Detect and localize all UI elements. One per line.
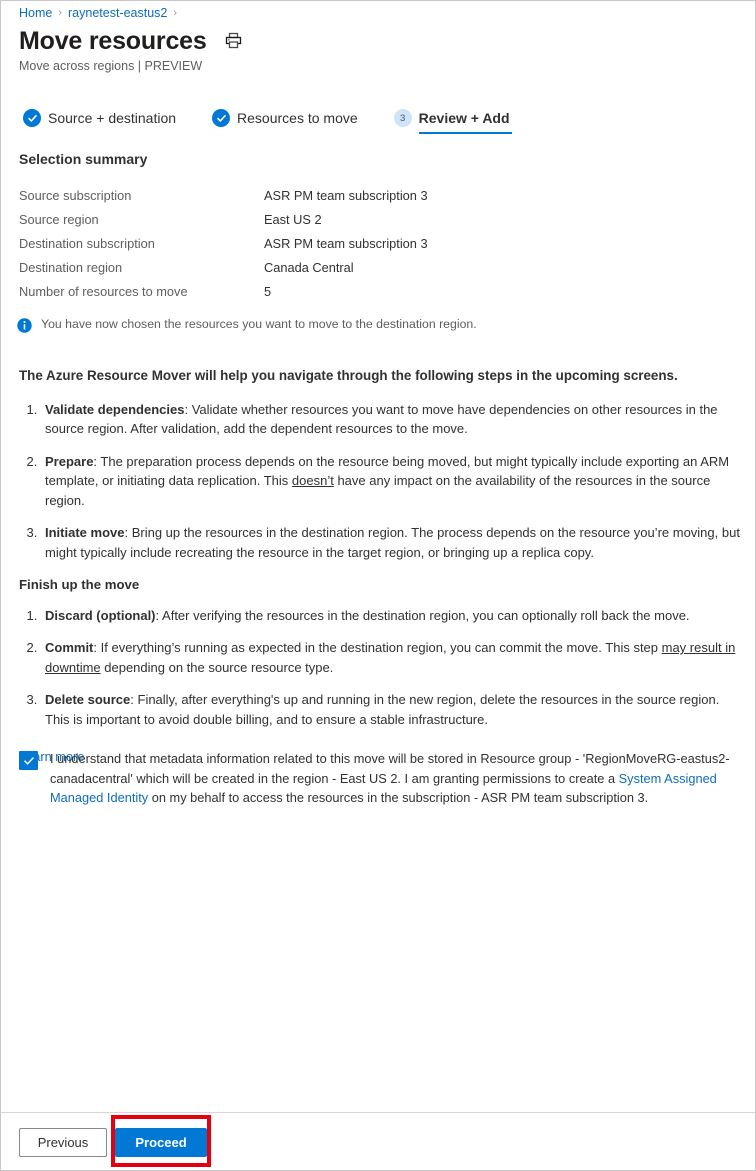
list-item-sep: : [184, 401, 192, 417]
previous-button[interactable]: Previous [19, 1128, 107, 1157]
breadcrumb-item-home[interactable]: Home [19, 4, 52, 22]
list-item-sep: : [130, 692, 138, 707]
summary-label: Destination region [19, 259, 123, 275]
page-header: Move resources [19, 26, 242, 56]
list-item-sep: : [93, 640, 101, 655]
list-item: Commit: If everything’s running as expec… [41, 638, 741, 677]
check-circle-icon [212, 109, 231, 127]
tab-review-add[interactable]: 3 Review + Add [393, 109, 512, 134]
consent-checkbox[interactable] [19, 751, 38, 770]
summary-row: Destination region Canada Central [19, 255, 619, 279]
finish-up-heading: Finish up the move [19, 577, 140, 592]
summary-value: ASR PM team subscription 3 [264, 187, 428, 203]
list-item: Initiate move: Bring up the resources in… [41, 523, 741, 562]
list-item-text: Finally, after everything's up and runni… [45, 692, 720, 727]
tab-label: Resources to move [237, 110, 358, 126]
tab-label: Review + Add [418, 110, 510, 126]
footer-bar: Previous Proceed [1, 1112, 755, 1170]
wizard-steps: Source + destination Resources to move 3… [23, 109, 512, 134]
summary-value: East US 2 [264, 211, 322, 227]
consent-section: I understand that metadata information r… [19, 749, 741, 808]
summary-row: Source subscription ASR PM team subscrip… [19, 183, 619, 207]
list-item-term: Delete source [45, 692, 131, 707]
summary-value: Canada Central [264, 259, 354, 275]
list-item-sep: : [124, 525, 132, 540]
list-item-text-post: depending on the source resource type. [100, 659, 334, 675]
list-item: Prepare: The preparation process depends… [41, 452, 741, 511]
list-item-text: If everything’s running as expected in t… [100, 640, 662, 655]
summary-value: ASR PM team subscription 3 [264, 235, 428, 251]
summary-row: Number of resources to move 5 [19, 279, 619, 303]
list-item-text: Bring up the resources in the destinatio… [45, 525, 740, 560]
summary-row: Destination subscription ASR PM team sub… [19, 231, 619, 255]
list-item-term: Prepare [45, 453, 94, 469]
tab-source-destination[interactable]: Source + destination [23, 109, 176, 134]
list-item-underlined: doesn’t [291, 473, 334, 488]
list-item: Delete source: Finally, after everything… [41, 690, 741, 729]
instructions-lead: The Azure Resource Mover will help you n… [19, 368, 678, 383]
list-item: Discard (optional): After verifying the … [41, 606, 741, 626]
page-title: Move resources [19, 27, 207, 55]
summary-row: Source region East US 2 [19, 207, 619, 231]
proceed-button[interactable]: Proceed [115, 1128, 207, 1157]
page-subtitle: Move across regions | PREVIEW [19, 59, 203, 73]
summary-label: Number of resources to move [19, 283, 188, 299]
list-item-term: Validate dependencies [45, 401, 185, 417]
info-banner: You have now chosen the resources you wa… [17, 317, 477, 336]
upcoming-steps-list: Validate dependencies: Validate whether … [19, 400, 741, 563]
selection-summary-title: Selection summary [19, 151, 148, 167]
check-circle-icon [23, 109, 41, 127]
tab-label: Source + destination [48, 110, 177, 126]
print-icon[interactable] [225, 32, 242, 54]
breadcrumb-separator-icon: › [173, 7, 178, 19]
list-item-text: After verifying the resources in the des… [162, 607, 690, 623]
consent-text: I understand that metadata information r… [50, 749, 741, 808]
finish-steps-list: Discard (optional): After verifying the … [19, 606, 741, 730]
instructions-section: The Azure Resource Mover will help you n… [19, 366, 741, 767]
summary-label: Destination subscription [19, 235, 155, 251]
list-item: Validate dependencies: Validate whether … [41, 400, 741, 439]
tab-resources-to-move[interactable]: Resources to move [212, 109, 358, 134]
consent-text-part2: on my behalf to access the resources in … [148, 790, 649, 805]
info-icon [17, 318, 32, 336]
summary-label: Source region [19, 211, 99, 227]
breadcrumb-separator-icon: › [58, 7, 63, 19]
summary-value: 5 [264, 283, 272, 299]
info-banner-text: You have now chosen the resources you wa… [41, 317, 477, 331]
summary-label: Source subscription [19, 187, 132, 203]
step-number-badge: 3 [393, 109, 412, 127]
list-item-term: Commit [45, 640, 94, 655]
breadcrumb-item-raynetest-eastus2[interactable]: raynetest-eastus2 [68, 4, 167, 22]
list-item-term: Discard (optional) [45, 607, 156, 623]
list-item-term: Initiate move [45, 525, 125, 540]
breadcrumb: Home › raynetest-eastus2 › [19, 4, 177, 22]
selection-summary-table: Source subscription ASR PM team subscrip… [19, 183, 619, 303]
